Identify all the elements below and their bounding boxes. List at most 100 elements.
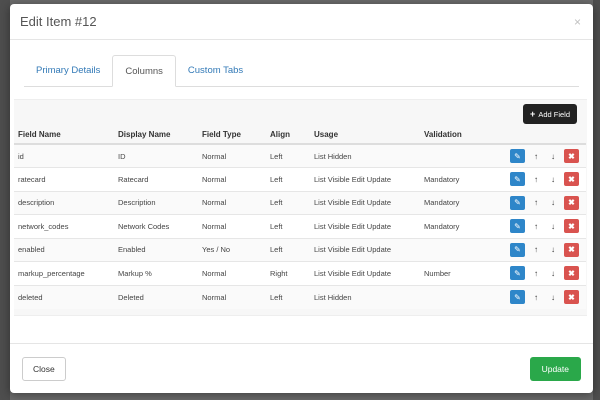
edit-item-modal: Edit Item #12 × Primary Details Columns …: [10, 4, 593, 393]
cell-field-type: Normal: [198, 190, 266, 215]
arrow-down-icon[interactable]: ↓: [547, 196, 559, 210]
cell-align: Left: [266, 284, 310, 309]
delete-icon[interactable]: ✖: [564, 242, 579, 257]
cell-field-type: Normal: [198, 167, 266, 191]
edit-icon[interactable]: ✎: [510, 219, 525, 234]
backdrop-right-edge: [593, 0, 600, 400]
table-row: enabled Enabled Yes / No Left List Visible E…: [14, 237, 586, 262]
cell-display-name: ID: [114, 143, 198, 168]
cell-usage: List Visible Edit Update: [310, 190, 420, 215]
cell-usage: List Visible Edit Update: [310, 214, 420, 238]
modal-footer: Close Update: [10, 343, 593, 393]
cell-display-name: Description: [114, 190, 198, 215]
backdrop-left-edge: [0, 0, 10, 400]
cell-usage: List Visible Edit Update: [310, 167, 420, 191]
header-validation[interactable]: Validation: [420, 126, 490, 145]
tab-bar: Primary Details Columns Custom Tabs: [24, 54, 579, 87]
cell-display-name: Deleted: [114, 284, 198, 309]
edit-icon[interactable]: ✎: [510, 149, 525, 163]
cell-validation: Mandatory: [420, 190, 490, 215]
table-header-row: Field Name Display Name Field Type Align…: [14, 126, 586, 145]
delete-icon[interactable]: ✖: [564, 266, 579, 281]
arrow-down-icon[interactable]: ↓: [547, 172, 559, 186]
cell-field-name: id: [14, 143, 114, 168]
modal-header: Edit Item #12 ×: [10, 4, 593, 40]
cell-field-type: Normal: [198, 284, 266, 309]
add-field-label: Add Field: [538, 109, 570, 119]
cell-field-name: enabled: [14, 237, 114, 262]
table-row: id ID Normal Left List Hidden ✎ ↑ ↓ ✖: [14, 143, 586, 168]
row-actions: ✎ ↑ ↓ ✖: [490, 167, 586, 191]
arrow-down-icon[interactable]: ↓: [547, 266, 559, 280]
cell-display-name: Network Codes: [114, 214, 198, 238]
tab-custom-tabs[interactable]: Custom Tabs: [176, 55, 255, 87]
cell-align: Left: [266, 143, 310, 168]
cell-usage: List Hidden: [310, 143, 420, 168]
delete-icon[interactable]: ✖: [564, 172, 579, 187]
cell-field-name: markup_percentage: [14, 261, 114, 285]
header-align[interactable]: Align: [266, 126, 310, 145]
cell-validation: [420, 284, 490, 309]
cell-display-name: Markup %: [114, 261, 198, 285]
edit-icon[interactable]: ✎: [510, 172, 525, 187]
columns-table: Field Name Display Name Field Type Align…: [14, 126, 586, 309]
cell-field-type: Normal: [198, 214, 266, 238]
header-usage[interactable]: Usage: [310, 126, 420, 145]
cell-field-name: deleted: [14, 284, 114, 309]
plus-icon: +: [530, 109, 536, 119]
cell-align: Right: [266, 261, 310, 285]
modal-body: Primary Details Columns Custom Tabs + Ad…: [10, 40, 593, 316]
arrow-up-icon[interactable]: ↑: [530, 196, 542, 210]
arrow-up-icon[interactable]: ↑: [530, 266, 542, 280]
arrow-down-icon[interactable]: ↓: [547, 219, 559, 233]
cell-field-name: ratecard: [14, 167, 114, 191]
cell-validation: Mandatory: [420, 214, 490, 238]
cell-validation: [420, 143, 490, 168]
cell-align: Left: [266, 237, 310, 262]
cell-field-name: network_codes: [14, 214, 114, 238]
row-actions: ✎ ↑ ↓ ✖: [490, 261, 586, 285]
row-actions: ✎ ↑ ↓ ✖: [490, 284, 586, 309]
cell-display-name: Ratecard: [114, 167, 198, 191]
cell-validation: [420, 237, 490, 262]
header-display-name[interactable]: Display Name: [114, 126, 198, 145]
close-icon[interactable]: ×: [572, 15, 583, 29]
cell-usage: List Visible Edit Update: [310, 261, 420, 285]
edit-icon[interactable]: ✎: [510, 242, 525, 257]
arrow-up-icon[interactable]: ↑: [530, 243, 542, 257]
header-field-name[interactable]: Field Name: [14, 126, 114, 145]
edit-icon[interactable]: ✎: [510, 195, 525, 210]
cell-usage: List Hidden: [310, 284, 420, 309]
delete-icon[interactable]: ✖: [564, 149, 579, 163]
delete-icon[interactable]: ✖: [564, 219, 579, 234]
arrow-up-icon[interactable]: ↑: [530, 149, 542, 163]
edit-icon[interactable]: ✎: [510, 266, 525, 281]
row-actions: ✎ ↑ ↓ ✖: [490, 143, 586, 168]
arrow-up-icon[interactable]: ↑: [530, 219, 542, 233]
row-actions: ✎ ↑ ↓ ✖: [490, 237, 586, 262]
update-button[interactable]: Update: [529, 356, 581, 381]
add-field-button[interactable]: + Add Field: [523, 104, 577, 124]
tab-columns[interactable]: Columns: [112, 55, 176, 87]
edit-icon[interactable]: ✎: [510, 290, 525, 304]
table-body: id ID Normal Left List Hidden ✎ ↑ ↓ ✖ ratecard Rat…: [14, 143, 586, 309]
cell-field-type: Normal: [198, 261, 266, 285]
cell-field-type: Yes / No: [198, 237, 266, 262]
arrow-down-icon[interactable]: ↓: [547, 243, 559, 257]
arrow-up-icon[interactable]: ↑: [530, 290, 542, 304]
tab-primary-details[interactable]: Primary Details: [24, 55, 112, 87]
delete-icon[interactable]: ✖: [564, 195, 579, 210]
table-row: network_codes Network Codes Normal Left List…: [14, 214, 586, 238]
delete-icon[interactable]: ✖: [564, 290, 579, 304]
table-row: deleted Deleted Normal Left List Hidden ✎ ↑ ↓ ✖: [14, 284, 586, 309]
cell-align: Left: [266, 167, 310, 191]
cell-validation: Mandatory: [420, 167, 490, 191]
arrow-down-icon[interactable]: ↓: [547, 290, 559, 304]
header-field-type[interactable]: Field Type: [198, 126, 266, 145]
arrow-down-icon[interactable]: ↓: [547, 149, 559, 163]
columns-panel: + Add Field Field Name Display Name Fiel…: [14, 99, 587, 316]
arrow-up-icon[interactable]: ↑: [530, 172, 542, 186]
close-button[interactable]: Close: [22, 356, 66, 381]
cell-field-type: Normal: [198, 143, 266, 168]
table-row: ratecard Ratecard Normal Left List Visible E…: [14, 167, 586, 191]
